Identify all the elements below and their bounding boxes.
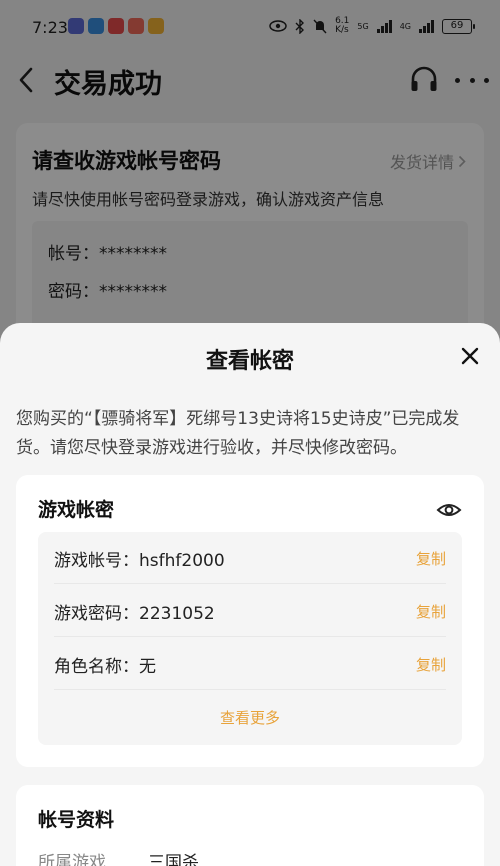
copy-role-button[interactable]: 复制 xyxy=(416,654,446,675)
game-credentials-card: 游戏帐密 游戏帐号：hsfhf2000 复制 游戏密码：2231052 复制 角… xyxy=(16,475,484,767)
see-more-button[interactable]: 查看更多 xyxy=(38,707,462,728)
toggle-visibility-button[interactable] xyxy=(436,499,462,521)
credentials-list: 游戏帐号：hsfhf2000 复制 游戏密码：2231052 复制 角色名称：无… xyxy=(38,532,462,745)
password-text: 游戏密码：2231052 xyxy=(54,604,215,624)
role-text: 角色名称：无 xyxy=(54,657,156,677)
credential-row-account: 游戏帐号：hsfhf2000 复制 xyxy=(54,532,446,584)
game-value: 三国杀 xyxy=(148,853,199,866)
account-info-title: 帐号资料 xyxy=(38,809,115,831)
close-button[interactable] xyxy=(456,342,484,370)
close-icon xyxy=(461,347,479,365)
eye-icon xyxy=(436,504,462,516)
game-key: 所属游戏 xyxy=(38,853,106,866)
copy-password-button[interactable]: 复制 xyxy=(416,601,446,622)
credential-row-password: 游戏密码：2231052 复制 xyxy=(54,585,446,637)
account-info-card: 帐号资料 所属游戏 三国杀 xyxy=(16,785,484,866)
sheet-title: 查看帐密 xyxy=(205,349,294,374)
info-row-game: 所属游戏 三国杀 xyxy=(38,848,199,866)
credentials-sheet: 查看帐密 您购买的“【骠骑将军】死绑号13史诗将15史诗皮”已完成发货。请您尽快… xyxy=(0,323,500,866)
credential-row-role: 角色名称：无 复制 xyxy=(54,638,446,690)
account-text: 游戏帐号：hsfhf2000 xyxy=(54,551,225,571)
credentials-title: 游戏帐密 xyxy=(38,499,115,521)
copy-account-button[interactable]: 复制 xyxy=(416,548,446,569)
delivery-message: 您购买的“【骠骑将军】死绑号13史诗将15史诗皮”已完成发货。请您尽快登录游戏进… xyxy=(16,409,460,458)
